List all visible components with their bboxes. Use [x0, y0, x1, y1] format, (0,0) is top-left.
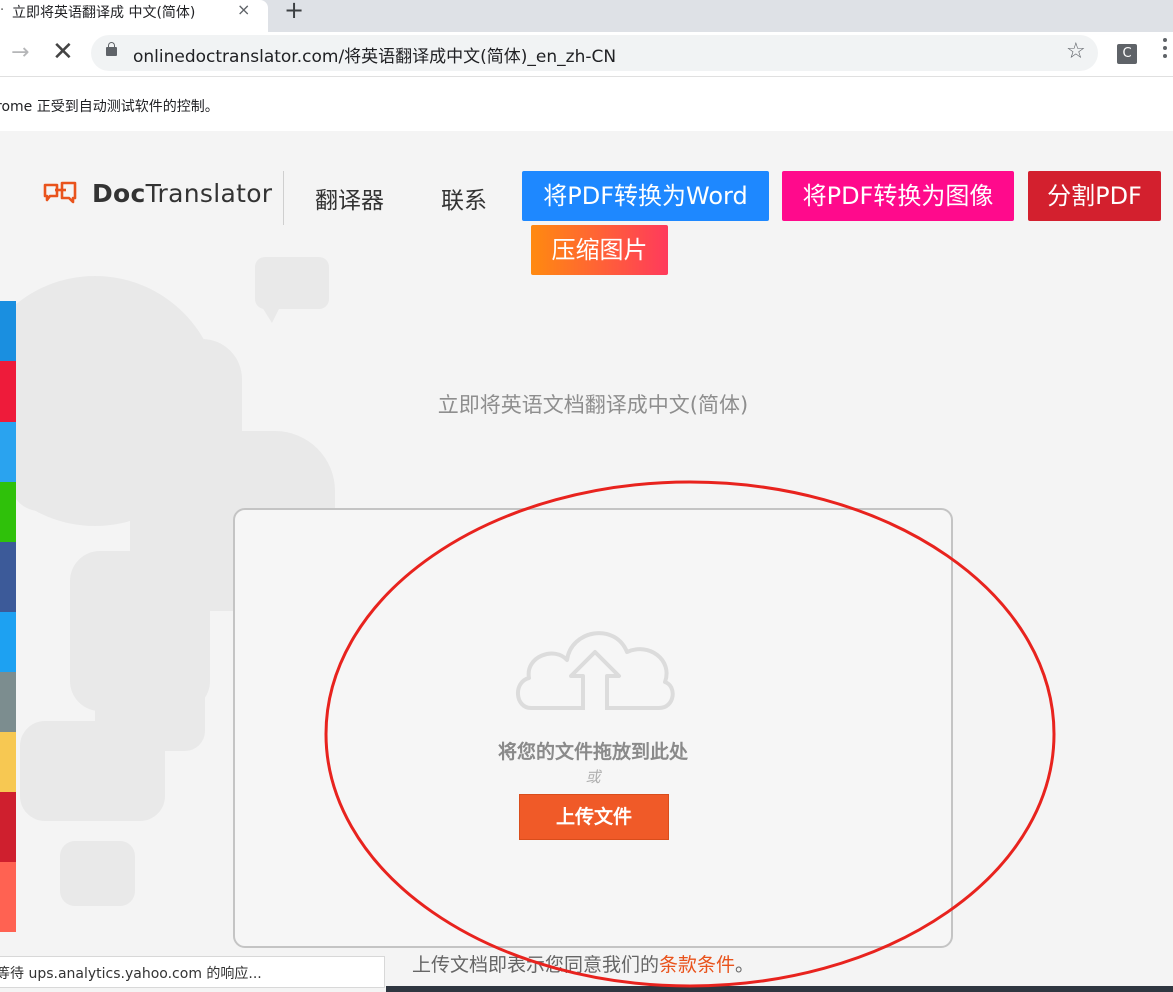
- browser-tab[interactable]: · 立即将英语翻译成 中文(简体) ×: [0, 0, 268, 32]
- forward-arrow-icon[interactable]: →: [11, 40, 29, 65]
- bookmark-star-icon[interactable]: ☆: [1066, 39, 1086, 64]
- site-logo-text[interactable]: DocTranslator: [92, 179, 272, 208]
- share-button-6[interactable]: [0, 612, 16, 672]
- menu-kebab-icon[interactable]: [1163, 38, 1167, 68]
- doctranslator-logo-icon[interactable]: [42, 179, 78, 207]
- share-button-8[interactable]: [0, 732, 16, 792]
- share-button-7[interactable]: [0, 672, 16, 732]
- lock-icon[interactable]: [106, 42, 117, 56]
- automation-infobar: rome 正受到自动测试软件的控制。: [0, 76, 1173, 132]
- share-button-1[interactable]: [0, 301, 16, 361]
- close-tab-icon[interactable]: ×: [237, 0, 250, 19]
- extension-icon[interactable]: C: [1117, 44, 1137, 64]
- logo-bold-text: Doc: [92, 179, 146, 208]
- terms-prefix: 上传文档即表示您同意我们的: [412, 954, 660, 976]
- pdf-to-word-button[interactable]: 将PDF转换为Word: [522, 171, 769, 221]
- share-button-9[interactable]: [0, 792, 16, 862]
- drop-files-text: 将您的文件拖放到此处: [497, 741, 688, 763]
- browser-status-bubble: 等待 ups.analytics.yahoo.com 的响应...: [0, 956, 385, 988]
- cloud-upload-icon: [516, 631, 675, 710]
- url-text[interactable]: onlinedoctranslator.com/将英语翻译成中文(简体)_en_…: [133, 42, 616, 67]
- page-subtitle: 立即将英语文档翻译成中文(简体): [437, 393, 749, 417]
- share-button-10[interactable]: [0, 862, 16, 932]
- split-pdf-button[interactable]: 分割PDF: [1028, 171, 1161, 221]
- compress-image-button[interactable]: 压缩图片: [531, 225, 668, 275]
- share-button-5[interactable]: [0, 542, 16, 612]
- terms-suffix: 。: [735, 954, 755, 976]
- status-text: 等待 ups.analytics.yahoo.com 的响应...: [0, 966, 262, 982]
- share-button-3[interactable]: [0, 422, 16, 482]
- stop-loading-icon[interactable]: ✕: [52, 37, 74, 67]
- pdf-to-image-button[interactable]: 将PDF转换为图像: [782, 171, 1014, 221]
- tab-favicon: ·: [0, 3, 5, 18]
- page-content: DocTranslator 翻译器 联系 将PDF转换为Word 将PDF转换为…: [0, 131, 1173, 992]
- or-separator-text: 或: [585, 768, 601, 786]
- page-bottom-strip: [386, 986, 1173, 992]
- logo-rest-text: Translator: [145, 179, 273, 208]
- tab-title: 立即将英语翻译成 中文(简体): [12, 5, 196, 21]
- nav-link-translator[interactable]: 翻译器: [315, 181, 384, 215]
- share-button-4[interactable]: [0, 482, 16, 542]
- infobar-text: rome 正受到自动测试软件的控制。: [0, 99, 219, 115]
- address-bar[interactable]: onlinedoctranslator.com/将英语翻译成中文(简体)_en_…: [91, 35, 1098, 71]
- tab-strip: · 立即将英语翻译成 中文(简体) × +: [0, 0, 1173, 32]
- upload-file-button[interactable]: 上传文件: [519, 794, 669, 840]
- terms-notice: 上传文档即表示您同意我们的条款条件。: [412, 950, 754, 977]
- new-tab-button[interactable]: +: [284, 0, 304, 24]
- terms-link[interactable]: 条款条件: [659, 954, 735, 976]
- nav-divider: [283, 171, 284, 225]
- browser-toolbar: → ✕ onlinedoctranslator.com/将英语翻译成中文(简体)…: [0, 32, 1173, 76]
- nav-link-contact[interactable]: 联系: [441, 181, 487, 215]
- file-drop-zone[interactable]: 将您的文件拖放到此处 或 上传文件: [233, 508, 953, 948]
